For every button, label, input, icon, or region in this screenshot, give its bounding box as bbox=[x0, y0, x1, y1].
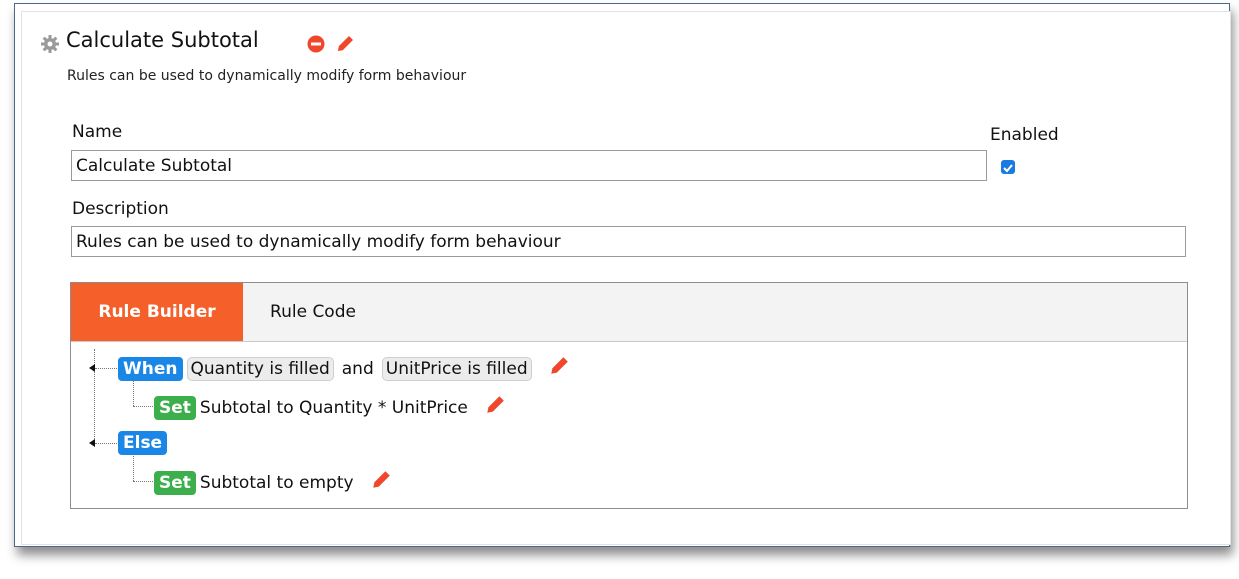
tree-connector bbox=[95, 443, 117, 444]
enabled-label: Enabled bbox=[990, 125, 1059, 145]
tree-connector bbox=[133, 379, 134, 406]
gear-icon bbox=[40, 34, 60, 54]
rule-tabs: Rule Builder Rule Code bbox=[71, 283, 1187, 342]
else-keyword[interactable]: Else bbox=[118, 431, 168, 455]
when-row[interactable]: When Quantity is filled and UnitPrice is… bbox=[118, 355, 570, 382]
edit-pencil-icon[interactable] bbox=[484, 394, 506, 421]
edit-pencil-icon[interactable] bbox=[335, 34, 355, 58]
else-row[interactable]: Else bbox=[118, 431, 168, 455]
rule-builder: Rule Builder Rule Code When Quantity is … bbox=[70, 282, 1188, 509]
remove-icon[interactable] bbox=[307, 35, 325, 57]
condition-chip[interactable]: Quantity is filled bbox=[186, 356, 334, 381]
name-field[interactable] bbox=[71, 150, 987, 181]
action-text: Subtotal to Quantity * UnitPrice bbox=[199, 397, 468, 418]
action-text: Subtotal to empty bbox=[199, 472, 354, 493]
tree-connector bbox=[133, 454, 134, 481]
enabled-checkbox[interactable] bbox=[1001, 160, 1015, 174]
description-field[interactable] bbox=[71, 226, 1186, 257]
when-keyword[interactable]: When bbox=[118, 356, 183, 381]
set-row[interactable]: Set Subtotal to empty bbox=[154, 469, 392, 496]
name-label: Name bbox=[72, 122, 123, 142]
set-keyword[interactable]: Set bbox=[154, 470, 196, 495]
description-label: Description bbox=[72, 199, 169, 219]
edit-pencil-icon[interactable] bbox=[370, 469, 392, 496]
condition-chip[interactable]: UnitPrice is filled bbox=[381, 356, 532, 381]
rule-tree: When Quantity is filled and UnitPrice is… bbox=[71, 341, 1187, 509]
rule-subtitle: Rules can be used to dynamically modify … bbox=[67, 68, 467, 84]
set-keyword[interactable]: Set bbox=[154, 395, 196, 420]
tab-rule-builder[interactable]: Rule Builder bbox=[71, 283, 243, 341]
set-row[interactable]: Set Subtotal to Quantity * UnitPrice bbox=[154, 394, 506, 421]
tree-connector bbox=[133, 481, 153, 482]
condition-joiner: and bbox=[341, 358, 374, 379]
tree-connector bbox=[95, 368, 117, 369]
tab-rule-code[interactable]: Rule Code bbox=[243, 283, 373, 341]
tree-connector bbox=[133, 406, 153, 407]
check-icon bbox=[1003, 164, 1013, 173]
rule-title: Calculate Subtotal bbox=[66, 28, 259, 52]
edit-pencil-icon[interactable] bbox=[548, 355, 570, 382]
